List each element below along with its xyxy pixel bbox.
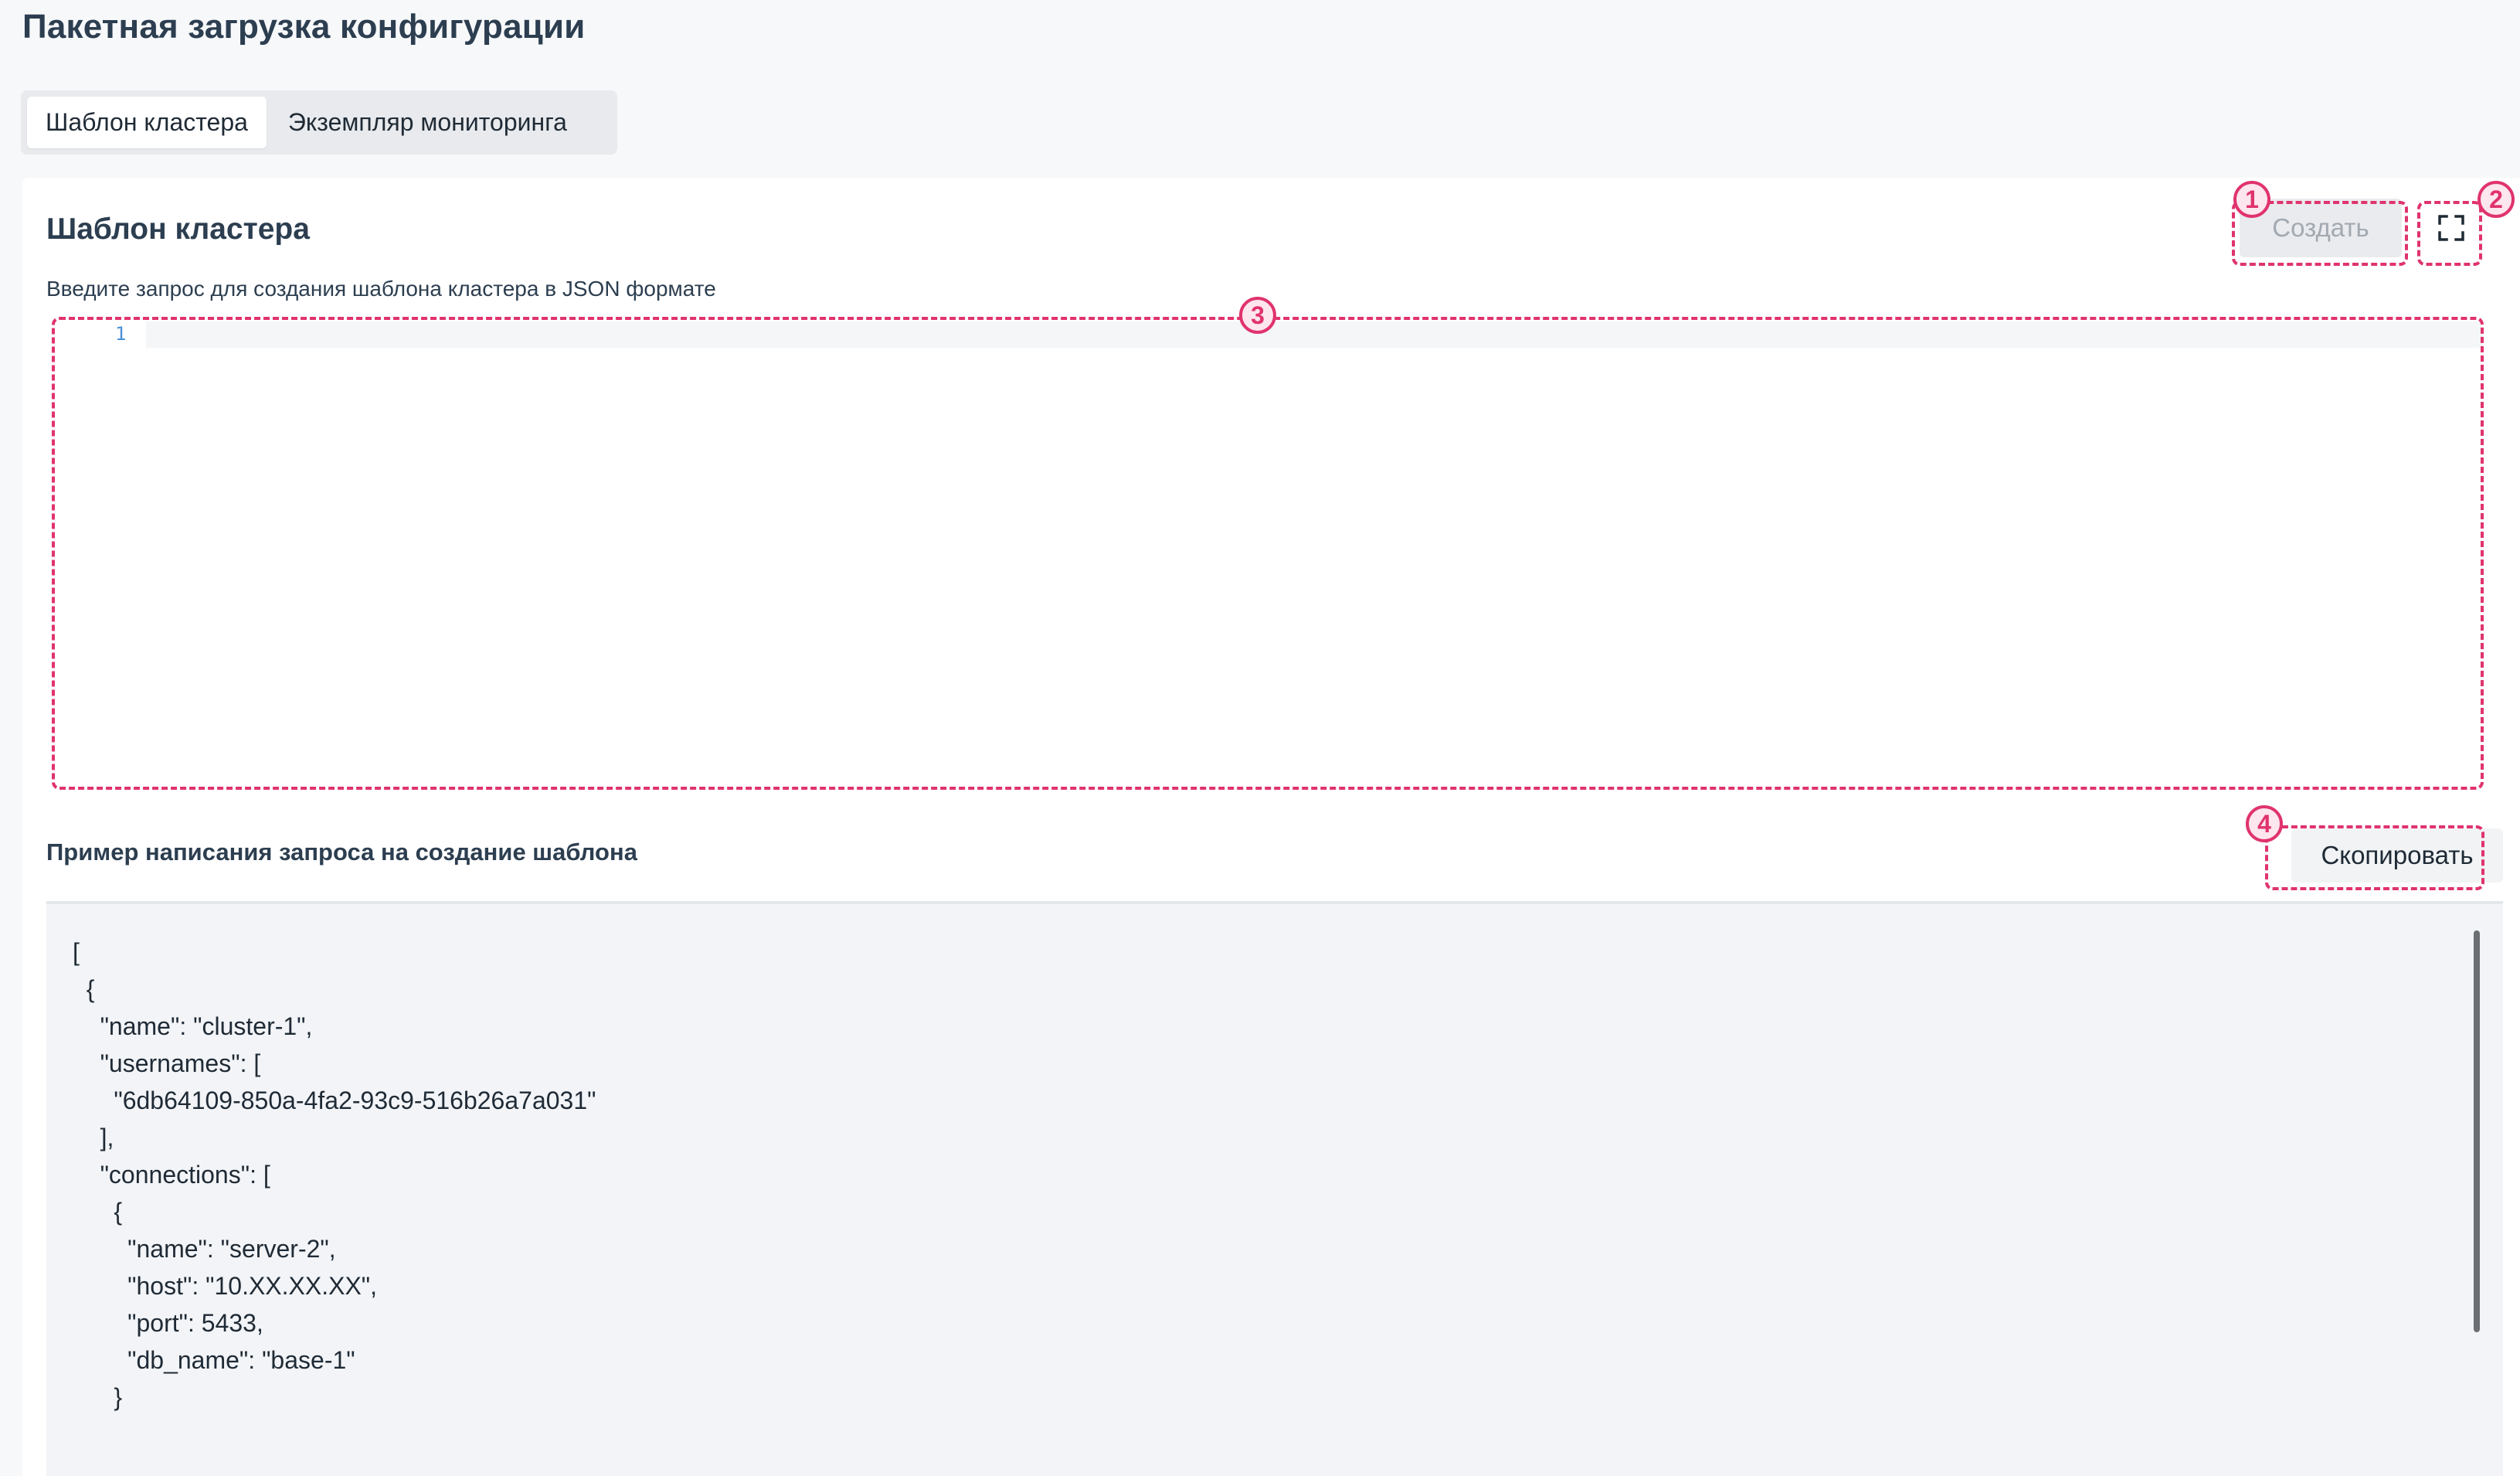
code-scrollbar[interactable]: [2474, 930, 2480, 1332]
code-line: "name": "server-2",: [73, 1235, 336, 1263]
editor-hint: Введите запрос для создания шаблона клас…: [46, 277, 716, 301]
annotation-frame-4: [2265, 825, 2484, 890]
code-line: "db_name": "base-1": [73, 1346, 355, 1374]
annotation-badge-2: 2: [2478, 181, 2515, 218]
annotation-badge-1: 1: [2233, 181, 2270, 218]
example-title: Пример написания запроса на создание шаб…: [46, 838, 637, 866]
annotation-badge-3: 3: [1239, 297, 1276, 334]
code-line: "host": "10.XX.XX.XX",: [73, 1272, 378, 1300]
code-line: "6db64109-850a-4fa2-93c9-516b26a7a031": [73, 1087, 596, 1114]
code-line: "connections": [: [73, 1161, 270, 1189]
code-line: {: [73, 975, 95, 1003]
code-line: "port": 5433,: [73, 1309, 263, 1337]
panel-title: Шаблон кластера: [46, 213, 310, 246]
code-line: {: [73, 1198, 123, 1226]
cluster-template-panel: Шаблон кластера Создать 1 2 Введите запр…: [22, 178, 2520, 1476]
tab-monitoring-instance[interactable]: Экземпляр мониторинга: [270, 97, 586, 148]
page-title: Пакетная загрузка конфигурации: [22, 8, 586, 46]
code-line: }: [73, 1383, 123, 1411]
code-line: "name": "cluster-1",: [73, 1012, 313, 1040]
code-line: ],: [73, 1124, 114, 1151]
tab-bar: Шаблон кластера Экземпляр мониторинга: [21, 90, 617, 155]
example-code-block: [ { "name": "cluster-1", "usernames": [ …: [46, 901, 2503, 1476]
annotation-frame-3: [52, 317, 2484, 790]
tab-cluster-template[interactable]: Шаблон кластера: [27, 97, 267, 148]
code-line: [: [73, 938, 80, 966]
annotation-frame-2: [2417, 201, 2482, 266]
annotation-badge-4: 4: [2246, 805, 2283, 842]
code-line: "usernames": [: [73, 1049, 261, 1077]
